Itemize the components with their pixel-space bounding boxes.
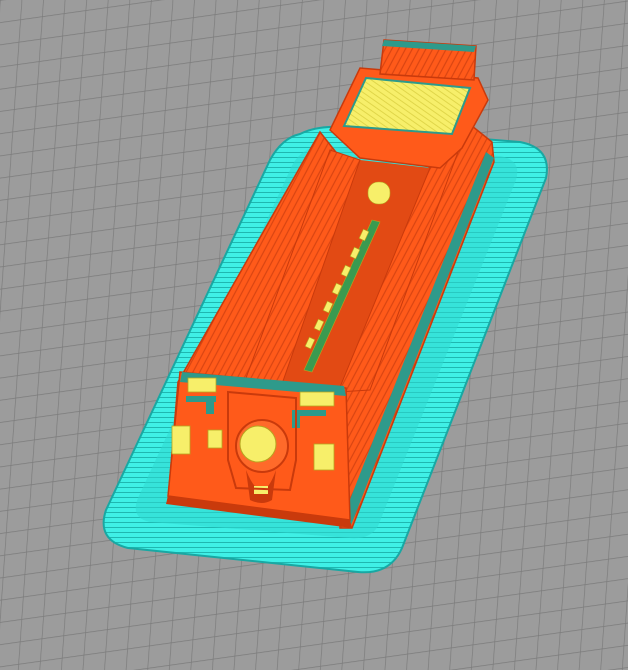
print-preview-scene[interactable] bbox=[0, 0, 628, 670]
layer-preview-viewport[interactable] bbox=[0, 0, 628, 670]
far-end-top-skin bbox=[342, 76, 472, 136]
end-cap-hole-skin bbox=[239, 425, 277, 463]
